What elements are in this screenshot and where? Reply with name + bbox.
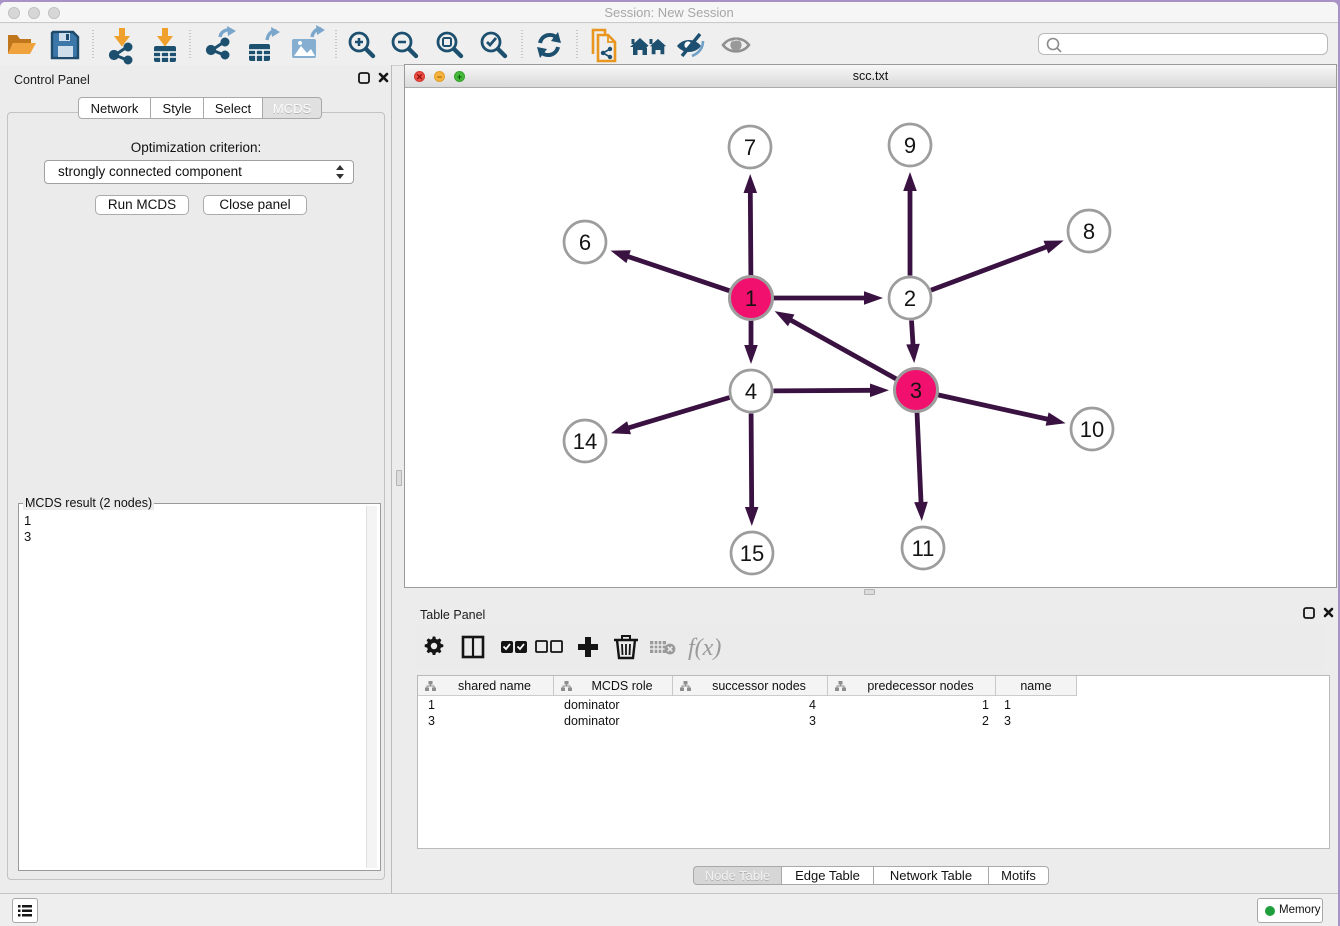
svg-text:f(x): f(x) bbox=[688, 635, 721, 661]
svg-text:2: 2 bbox=[904, 286, 916, 311]
svg-text:3: 3 bbox=[910, 378, 922, 403]
svg-text:9: 9 bbox=[904, 133, 916, 158]
svg-text:7: 7 bbox=[744, 135, 756, 160]
svg-text:11: 11 bbox=[912, 536, 935, 561]
svg-text:1: 1 bbox=[745, 286, 757, 311]
svg-text:6: 6 bbox=[579, 230, 591, 255]
svg-text:15: 15 bbox=[740, 541, 764, 566]
svg-text:8: 8 bbox=[1083, 219, 1095, 244]
svg-text:10: 10 bbox=[1080, 417, 1104, 442]
svg-text:4: 4 bbox=[745, 379, 757, 404]
svg-text:14: 14 bbox=[573, 429, 597, 454]
